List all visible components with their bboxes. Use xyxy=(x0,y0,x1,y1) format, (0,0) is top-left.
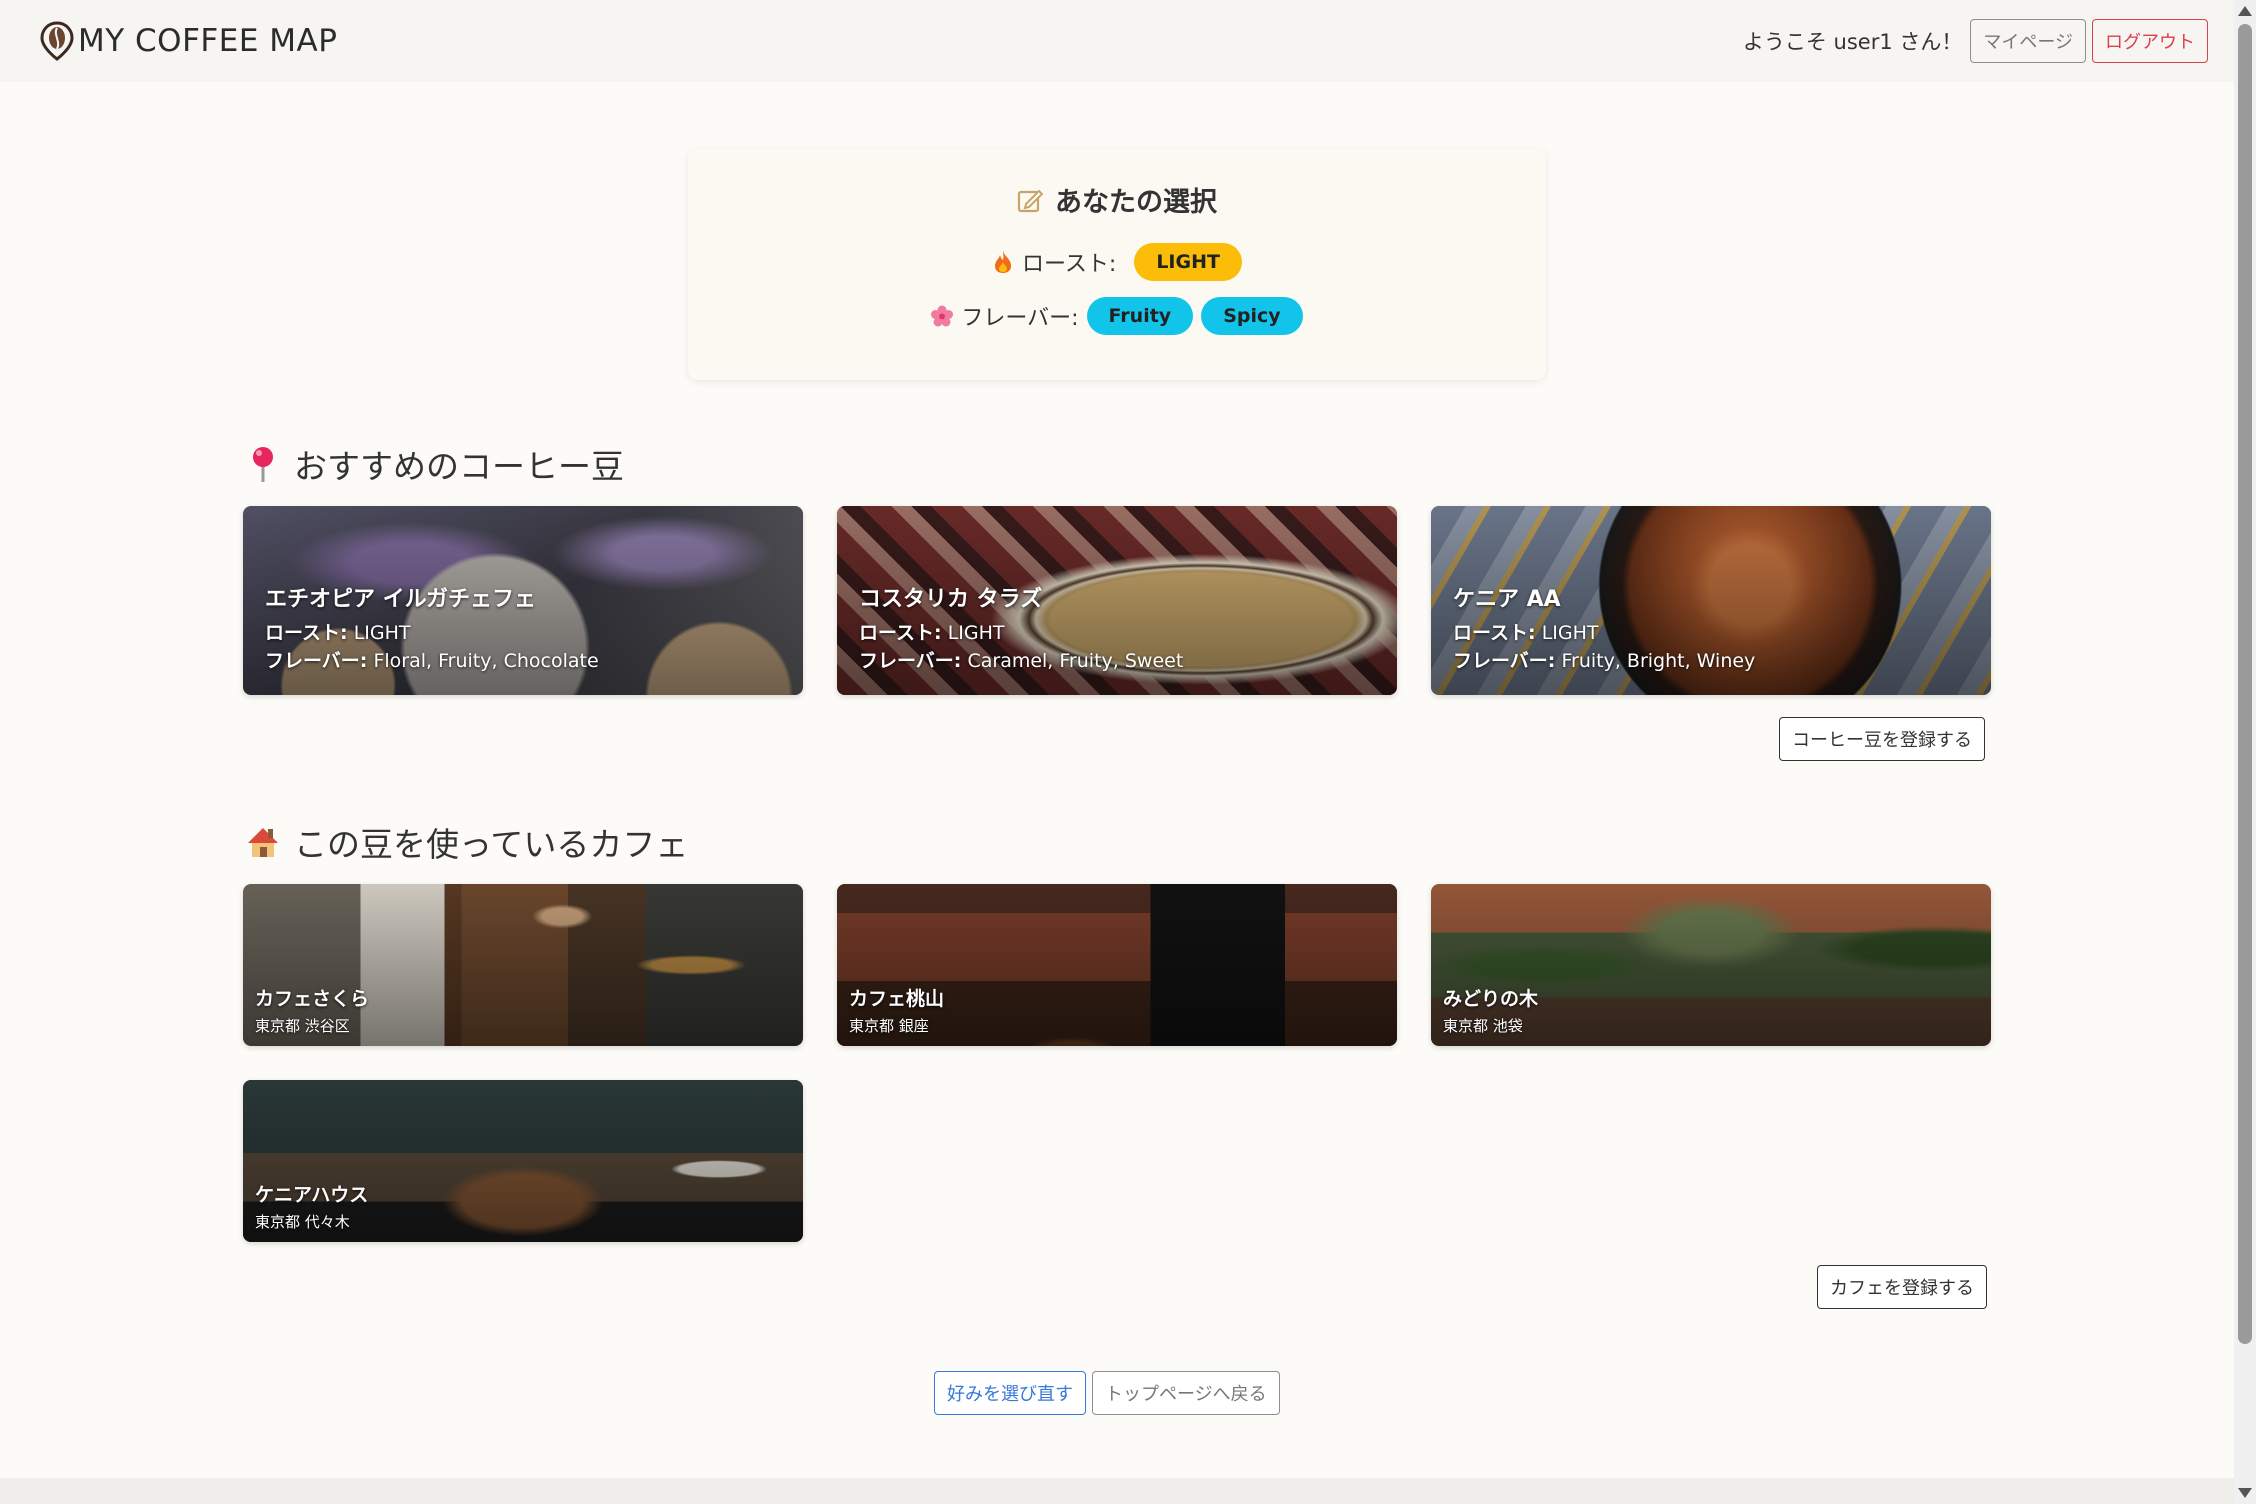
bean-caption: ケニア AA ロースト: LIGHT フレーバー: Fruity, Bright… xyxy=(1453,581,1755,675)
roast-row: ロースト: LIGHT xyxy=(992,243,1242,281)
bean-flavors: フレーバー: Fruity, Bright, Winey xyxy=(1453,650,1756,672)
bean-name: コスタリカ タラズ xyxy=(859,587,1043,612)
bean-roast: ロースト: LIGHT xyxy=(859,622,1005,644)
selection-title: あなたの選択 xyxy=(1017,180,1217,219)
cafe-location: 東京都 代々木 xyxy=(255,1213,350,1231)
cherry-blossom-icon xyxy=(931,305,954,327)
memo-pencil-icon xyxy=(1017,189,1043,212)
nav-user-area: ようこそ user1 さん！ マイページ ログアウト xyxy=(1743,19,2208,63)
cafe-caption: みどりの木 東京都 池袋 xyxy=(1443,984,1538,1036)
flavor-label: フレーバー: xyxy=(961,306,1079,331)
logout-button[interactable]: ログアウト xyxy=(2092,19,2208,63)
bean-caption: エチオピア イルガチェフェ ロースト: LIGHT フレーバー: Floral,… xyxy=(265,581,599,675)
welcome-message: ようこそ user1 さん！ xyxy=(1742,30,1963,54)
cafe-name: カフェさくら xyxy=(255,988,370,1010)
scroll-down-arrow-icon[interactable] xyxy=(2238,1488,2252,1498)
bean-card[interactable]: ケニア AA ロースト: LIGHT フレーバー: Fruity, Bright… xyxy=(1431,506,1991,695)
cafe-card[interactable]: みどりの木 東京都 池袋 xyxy=(1431,884,1991,1046)
flavor-badge-spicy: Spicy xyxy=(1201,297,1303,335)
mypage-button[interactable]: マイページ xyxy=(1970,19,2086,63)
cafe-location: 東京都 銀座 xyxy=(849,1017,929,1035)
beans-section-heading: おすすめのコーヒー豆 xyxy=(246,440,624,488)
cafes-section-heading: この豆を使っているカフェ xyxy=(246,818,688,866)
selection-title-text: あなたの選択 xyxy=(1055,187,1217,218)
bean-card[interactable]: コスタリカ タラズ ロースト: LIGHT フレーバー: Caramel, Fr… xyxy=(837,506,1397,695)
cafe-name: みどりの木 xyxy=(1443,988,1539,1010)
fire-icon xyxy=(995,251,1012,273)
cafe-name: ケニアハウス xyxy=(255,1184,369,1206)
cafe-caption: カフェさくら 東京都 渋谷区 xyxy=(255,984,369,1036)
back-to-top-button[interactable]: トップページへ戻る xyxy=(1092,1371,1280,1415)
bean-flavors: フレーバー: Caramel, Fruity, Sweet xyxy=(859,650,1184,672)
cafe-caption: カフェ桃山 東京都 銀座 xyxy=(849,984,944,1036)
footer xyxy=(0,1478,2234,1504)
navbar: MY COFFEE MAP ようこそ user1 さん！ マイページ ログアウト xyxy=(0,0,2234,82)
register-cafe-button[interactable]: カフェを登録する xyxy=(1817,1265,1987,1309)
brand-logo-link[interactable]: MY COFFEE MAP xyxy=(40,21,337,61)
scrollbar-thumb[interactable] xyxy=(2238,24,2252,1344)
bottom-actions: 好みを選び直す トップページへ戻る xyxy=(934,1371,1280,1415)
selection-summary-card: あなたの選択 ロースト: LIGHT フレーバー: Fruity Spicy xyxy=(688,148,1546,380)
scroll-up-arrow-icon[interactable] xyxy=(2238,6,2252,16)
cafes-section-title: この豆を使っているカフェ xyxy=(294,825,689,864)
flavor-badge-fruity: Fruity xyxy=(1086,297,1194,335)
bean-roast: ロースト: LIGHT xyxy=(265,622,411,644)
coffee-bean-pin-icon xyxy=(40,21,74,61)
cafe-name: カフェ桃山 xyxy=(849,988,945,1010)
brand-name: MY COFFEE MAP xyxy=(78,23,338,59)
roast-value-badge: LIGHT xyxy=(1134,243,1242,281)
bean-name: エチオピア イルガチェフェ xyxy=(265,587,537,612)
reselect-preferences-button[interactable]: 好みを選び直す xyxy=(934,1371,1086,1415)
roast-label: ロースト: xyxy=(1022,252,1117,277)
round-pushpin-icon xyxy=(253,447,273,482)
cafe-location: 東京都 渋谷区 xyxy=(255,1017,350,1035)
bean-caption: コスタリカ タラズ ロースト: LIGHT フレーバー: Caramel, Fr… xyxy=(859,581,1183,675)
bean-flavors: フレーバー: Floral, Fruity, Chocolate xyxy=(265,650,599,672)
register-bean-button[interactable]: コーヒー豆を登録する xyxy=(1779,717,1985,761)
cafe-card[interactable]: カフェ桃山 東京都 銀座 xyxy=(837,884,1397,1046)
cafe-card[interactable]: カフェさくら 東京都 渋谷区 xyxy=(243,884,803,1046)
page-scrollbar[interactable] xyxy=(2234,0,2256,1504)
house-icon xyxy=(248,828,278,857)
bean-card[interactable]: エチオピア イルガチェフェ ロースト: LIGHT フレーバー: Floral,… xyxy=(243,506,803,695)
beans-section-title: おすすめのコーヒー豆 xyxy=(294,447,624,486)
cafe-card[interactable]: ケニアハウス 東京都 代々木 xyxy=(243,1080,803,1242)
cafe-caption: ケニアハウス 東京都 代々木 xyxy=(255,1180,368,1232)
flavor-row: フレーバー: Fruity Spicy xyxy=(931,297,1303,335)
cafe-location: 東京都 池袋 xyxy=(1443,1017,1523,1035)
bean-name: ケニア AA xyxy=(1453,587,1561,612)
bean-roast: ロースト: LIGHT xyxy=(1453,622,1599,644)
